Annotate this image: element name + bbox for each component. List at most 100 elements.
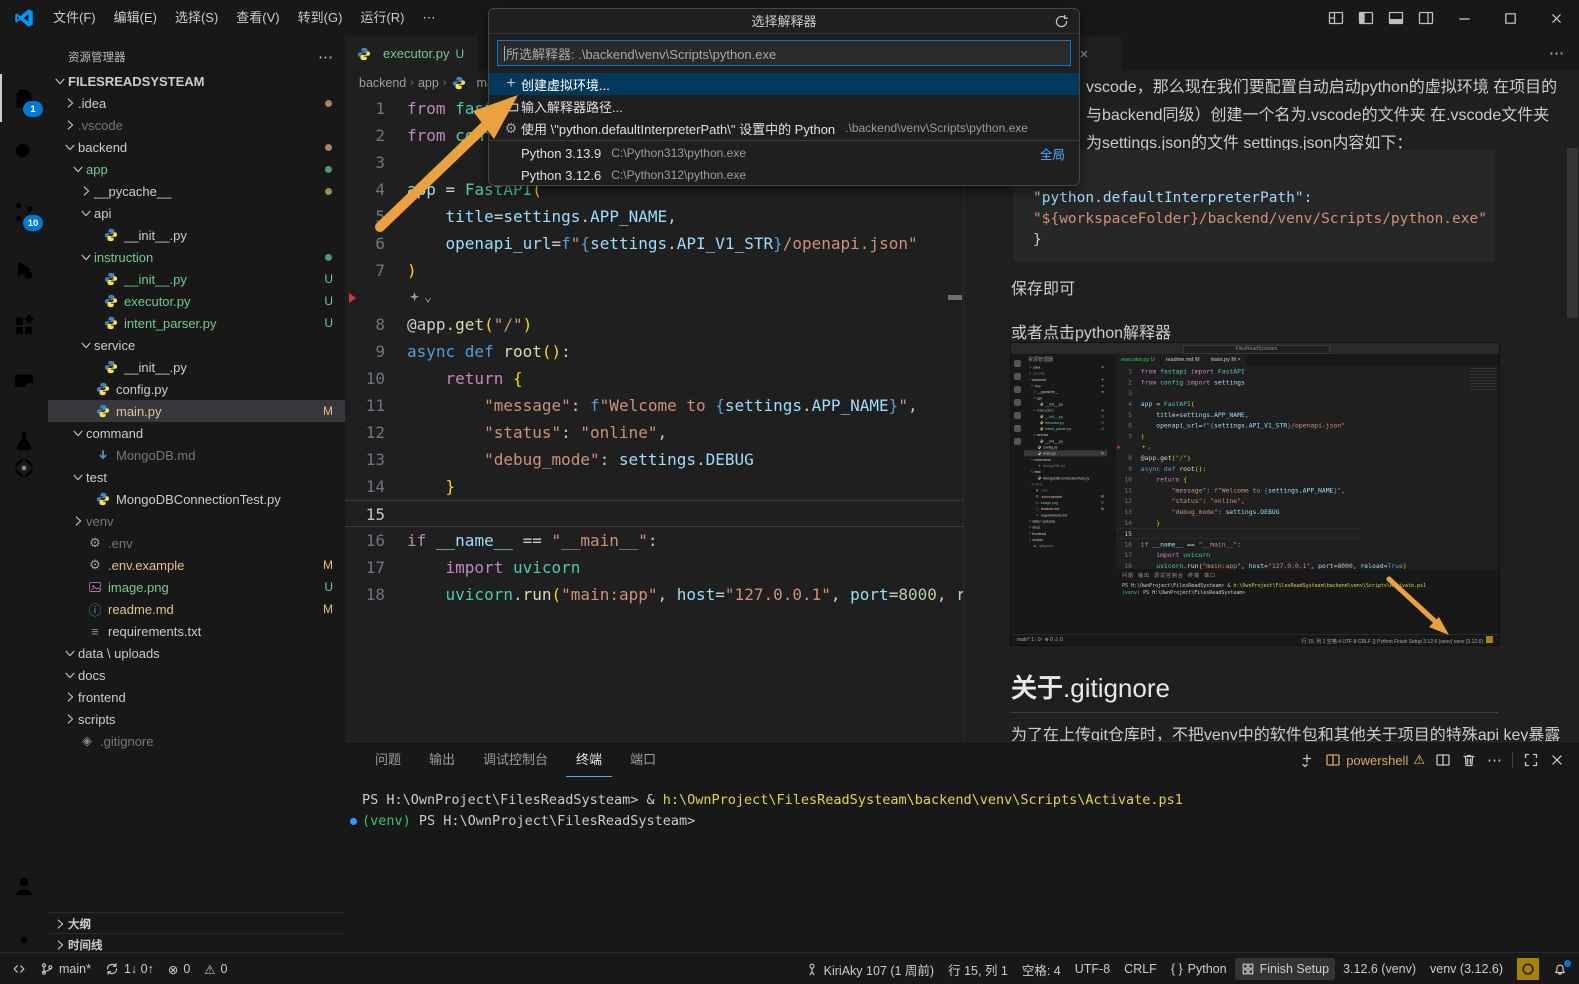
tree-item-datauploads[interactable]: data \ uploads — [48, 642, 345, 664]
maximize-panel-icon[interactable] — [1523, 752, 1539, 768]
tree-item-api[interactable]: api — [48, 202, 345, 224]
tree-item-main.py[interactable]: main.pyM — [48, 400, 345, 422]
tree-item-readme.md[interactable]: ⓘreadme.mdM — [48, 598, 345, 620]
statusbar-python-interpreter[interactable]: 3.12.6 (venv) — [1337, 958, 1422, 980]
tree-item-docs[interactable]: docs — [48, 664, 345, 686]
panel-tab-调试控制台[interactable]: 调试控制台 — [473, 742, 558, 777]
tree-item-service[interactable]: service — [48, 334, 345, 356]
tree-item-__init__.py[interactable]: __init__.py — [48, 224, 345, 246]
statusbar-notifications[interactable] — [1547, 958, 1573, 980]
quickpick-item[interactable]: +创建虚拟环境... — [489, 73, 1079, 95]
statusbar-extension-gold[interactable] — [1511, 958, 1545, 980]
tree-item-requirements.txt[interactable]: ≡requirements.txt — [48, 620, 345, 642]
toggle-secondary-sidebar-icon[interactable] — [1411, 5, 1441, 31]
menu-⋯[interactable]: ⋯ — [413, 6, 444, 30]
tree-item-scripts[interactable]: scripts — [48, 708, 345, 730]
pinwheel-extension-icon[interactable] — [0, 444, 48, 492]
tree-item-config.py[interactable]: config.py — [48, 378, 345, 400]
kill-terminal-icon[interactable] — [1461, 752, 1477, 768]
tree-item-image.png[interactable]: image.pngU — [48, 576, 345, 598]
tree-item-executor.py[interactable]: executor.pyU — [48, 290, 345, 312]
statusbar-problems-errors[interactable]: ⊗0 — [162, 958, 196, 980]
quickpick-item[interactable]: 输入解释器路径... — [489, 95, 1079, 117]
statusbar-indentation[interactable]: 空格: 4 — [1016, 958, 1067, 980]
statusbar-branch-status[interactable]: main* — [34, 958, 97, 980]
minimize-button[interactable] — [1441, 0, 1487, 36]
menu-查看V[interactable]: 查看(V) — [227, 6, 288, 30]
timeline-section[interactable]: 时间线 — [48, 933, 345, 952]
tree-item-__init__.py[interactable]: __init__.pyU — [48, 268, 345, 290]
overview-ruler-cursor-mark[interactable] — [948, 295, 962, 300]
copilot-sparkle-icon[interactable]: ⌄ — [1141, 442, 1363, 453]
menu-转到G[interactable]: 转到(G) — [289, 6, 352, 30]
tree-item-.env[interactable]: ⚙.env — [48, 532, 345, 554]
terminal-output[interactable]: PS H:\OwnProject\FilesReadSysteam> & h:\… — [350, 790, 1550, 832]
close-button[interactable] — [1533, 0, 1579, 36]
menu-选择S[interactable]: 选择(S) — [166, 6, 227, 30]
quickpick-item[interactable]: Python 3.13.9C:\Python313\python.exe全局 — [489, 142, 1079, 164]
maximize-button[interactable] — [1487, 0, 1533, 36]
statusbar-eol[interactable]: CRLF — [1118, 958, 1163, 980]
copilot-sparkle-icon[interactable]: ⌄ — [407, 284, 963, 311]
tree-item-app[interactable]: app — [48, 158, 345, 180]
tree-item-.env.example[interactable]: ⚙.env.exampleM — [48, 554, 345, 576]
explorer-icon[interactable]: 1 — [0, 74, 48, 122]
close-panel-icon[interactable] — [1549, 752, 1565, 768]
tree-item-command[interactable]: command — [48, 422, 345, 444]
menu-文件F[interactable]: 文件(F) — [44, 6, 105, 30]
tree-item-__init__.py[interactable]: __init__.py — [48, 356, 345, 378]
statusbar-problems-warnings[interactable]: ⚠0 — [198, 958, 233, 980]
statusbar-encoding[interactable]: UTF-8 — [1069, 958, 1116, 980]
tab-executor-py[interactable]: executor.py U — [345, 36, 478, 71]
statusbar-language-mode[interactable]: { }Python — [1165, 958, 1233, 980]
tree-item-.vscode[interactable]: .vscode — [48, 114, 345, 136]
statusbar-remote-indicator[interactable] — [6, 958, 32, 980]
code-editor[interactable]: 1from fastapi import FastAPI2from config… — [345, 95, 963, 741]
editor-actions-more-icon[interactable]: ⋯ — [1549, 44, 1564, 62]
quickpick-item[interactable]: Python 3.12.6C:\Python312\python.exe — [489, 164, 1079, 186]
statusbar-sync-status[interactable]: 1↓ 0↑ — [99, 958, 160, 980]
tree-item-.idea[interactable]: .idea — [48, 92, 345, 114]
split-terminal-icon[interactable] — [1435, 752, 1451, 768]
menu-运行R[interactable]: 运行(R) — [351, 6, 413, 30]
statusbar-blame-info[interactable]: KiriAky 107 (1 周前) — [799, 958, 940, 980]
tree-item-frontend[interactable]: frontend — [48, 686, 345, 708]
panel-tab-端口[interactable]: 端口 — [620, 742, 666, 777]
terminal-line: PS H:\OwnProject\FilesReadSysteam> & h:\… — [350, 790, 1550, 811]
tree-item-MongoDB.md[interactable]: MongoDB.md — [48, 444, 345, 466]
run-debug-icon[interactable] — [0, 246, 48, 294]
tree-item-__pycache__[interactable]: __pycache__ — [48, 180, 345, 202]
toggle-panel-icon[interactable] — [1381, 5, 1411, 31]
tree-item-.gitignore[interactable]: ◈.gitignore — [48, 730, 345, 752]
statusbar-cursor-position[interactable]: 行 15, 列 1 — [942, 958, 1014, 980]
panel-tab-终端[interactable]: 终端 — [566, 742, 612, 777]
terminal-more-icon[interactable]: ⋯ — [1487, 751, 1502, 769]
accounts-icon[interactable] — [0, 862, 48, 910]
statusbar-finish-setup[interactable]: Finish Setup — [1235, 958, 1335, 980]
menu-编辑E[interactable]: 编辑(E) — [105, 6, 166, 30]
customize-layout-icon[interactable] — [1321, 5, 1351, 31]
outline-section[interactable]: 大纲 — [48, 912, 345, 934]
source-control-icon[interactable]: 10 — [0, 188, 48, 236]
tree-item-test[interactable]: test — [48, 466, 345, 488]
explorer-more-icon[interactable]: ⋯ — [318, 48, 333, 66]
search-icon[interactable] — [0, 128, 48, 176]
explorer-root-folder[interactable]: FILESREADSYSTEAM — [48, 70, 345, 92]
new-terminal-icon[interactable] — [1299, 752, 1315, 768]
quickpick-item[interactable]: ⚙使用 \"python.defaultInterpreterPath\" 设置… — [489, 117, 1079, 139]
toggle-sidebar-icon[interactable] — [1351, 5, 1381, 31]
panel-tab-问题[interactable]: 问题 — [365, 742, 411, 777]
remote-explorer-icon[interactable] — [0, 358, 48, 406]
interpreter-input[interactable]: 所选解释器: .\backend\venv\Scripts\python.exe — [497, 40, 1071, 66]
tree-item-intent_parser.py[interactable]: intent_parser.pyU — [48, 312, 345, 334]
refresh-icon[interactable] — [1054, 14, 1069, 29]
tree-item-MongoDBConnectionTest.py[interactable]: MongoDBConnectionTest.py — [48, 488, 345, 510]
statusbar-venv-indicator[interactable]: venv (3.12.6) — [1424, 958, 1509, 980]
panel-tab-输出[interactable]: 输出 — [419, 742, 465, 777]
tree-item-backend[interactable]: backend — [48, 136, 345, 158]
tree-item-instruction[interactable]: instruction — [48, 246, 345, 268]
extensions-icon[interactable] — [0, 302, 48, 350]
preview-scrollbar-thumb[interactable] — [1567, 148, 1578, 318]
terminal-tab-powershell[interactable]: powershell ⚠ — [1325, 752, 1425, 768]
tree-item-venv[interactable]: venv — [48, 510, 345, 532]
